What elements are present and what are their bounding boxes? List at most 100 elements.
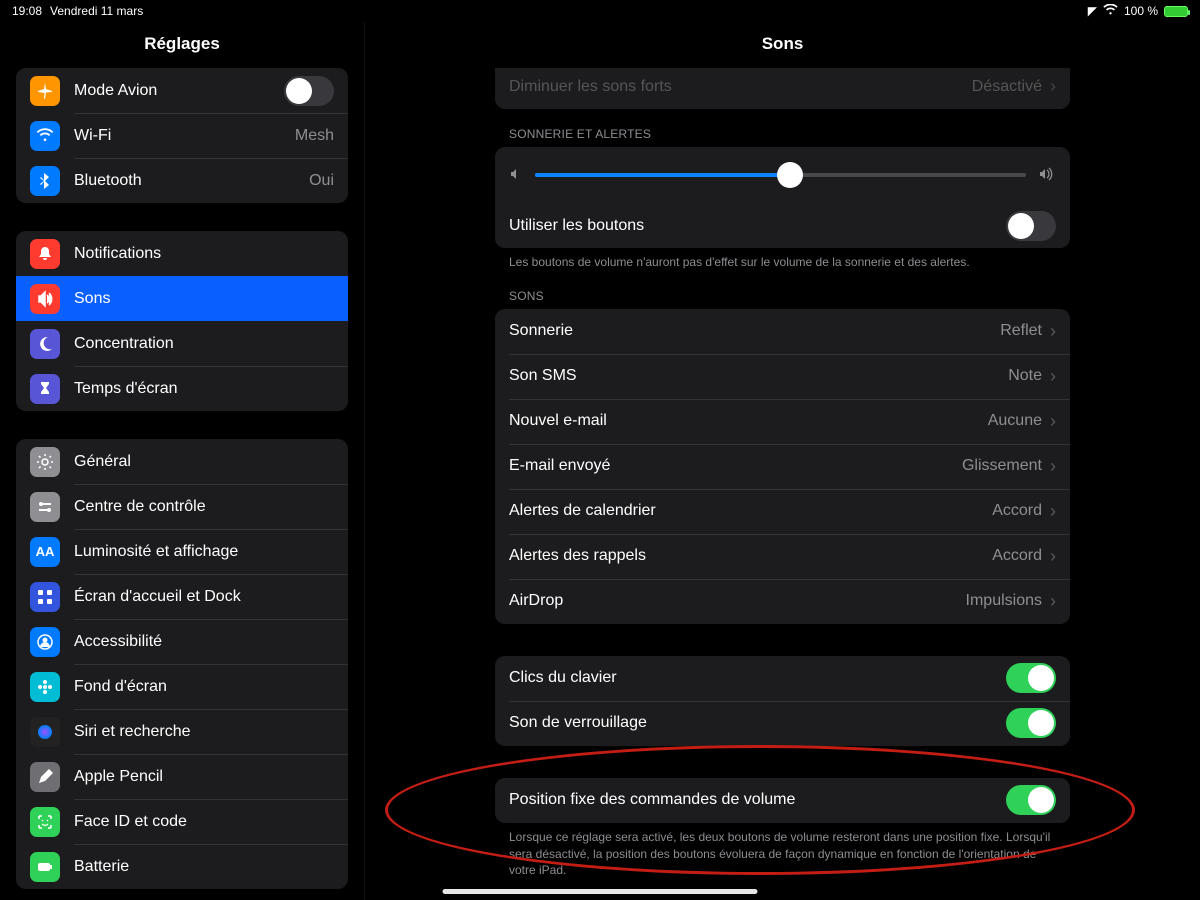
siri-icon: [30, 717, 60, 747]
bell-icon: [30, 239, 60, 269]
status-time: 19:08: [12, 4, 42, 18]
reduce-loud-value: Désactivé: [972, 78, 1042, 96]
sound-row-value: Impulsions: [966, 592, 1042, 610]
ringer-volume-slider[interactable]: [535, 173, 1026, 177]
home-indicator[interactable]: [443, 889, 758, 894]
status-date: Vendredi 11 mars: [50, 4, 143, 18]
pencil-icon: [30, 762, 60, 792]
sidebar-item-label: Concentration: [74, 335, 334, 353]
speaker-icon: [30, 284, 60, 314]
sidebar-item-label: Siri et recherche: [74, 723, 334, 741]
faceid-icon: [30, 807, 60, 837]
content-title: Sons: [365, 22, 1200, 68]
row-use-buttons[interactable]: Utiliser les boutons: [495, 203, 1070, 248]
section-ringer-alerts: SONNERIE ET ALERTES: [509, 127, 1070, 141]
use-buttons-label: Utiliser les boutons: [509, 217, 1006, 235]
section-sounds: SONS: [509, 289, 1070, 303]
sidebar-item-face-id-et-code[interactable]: Face ID et code: [16, 799, 348, 844]
sidebar-item-label: Batterie: [74, 858, 334, 876]
sidebar-item-label: Mode Avion: [74, 82, 284, 100]
sidebar-item-label: Apple Pencil: [74, 768, 334, 786]
row-keyboard-clicks[interactable]: Clics du clavier: [495, 656, 1070, 701]
row-sound-airdrop[interactable]: AirDropImpulsions ›: [495, 579, 1070, 624]
row-sound-alertes-des-rappels[interactable]: Alertes des rappelsAccord ›: [495, 534, 1070, 579]
sidebar-item-siri-et-recherche[interactable]: Siri et recherche: [16, 709, 348, 754]
sound-row-label: Sonnerie: [509, 322, 1000, 340]
sidebar-item-wi-fi[interactable]: Wi-FiMesh: [16, 113, 348, 158]
ringer-volume-slider-row: [495, 147, 1070, 203]
sound-row-value: Note: [1008, 367, 1042, 385]
sidebar-item-sons[interactable]: Sons: [16, 276, 348, 321]
row-sound-alertes-de-calendrier[interactable]: Alertes de calendrierAccord›: [495, 489, 1070, 534]
grid-icon: [30, 582, 60, 612]
sidebar-item-fond-d-cran[interactable]: Fond d'écran: [16, 664, 348, 709]
sidebar-item-label: Centre de contrôle: [74, 498, 334, 516]
gear-icon: [30, 447, 60, 477]
sound-row-label: AirDrop: [509, 592, 966, 610]
row-lock-sound[interactable]: Son de verrouillage: [495, 701, 1070, 746]
sound-row-value: Glissement: [962, 457, 1042, 475]
sound-row-label: Nouvel e-mail: [509, 412, 988, 430]
sidebar-item-label: Fond d'écran: [74, 678, 334, 696]
sidebar-item--cran-d-accueil-et-dock[interactable]: Écran d'accueil et Dock: [16, 574, 348, 619]
switches-icon: [30, 492, 60, 522]
keyboard-clicks-toggle[interactable]: [1006, 663, 1056, 693]
sound-row-value: Accord: [992, 502, 1042, 520]
status-bar: 19:08 Vendredi 11 mars ◤ 100 %: [0, 0, 1200, 22]
sidebar-item-concentration[interactable]: Concentration: [16, 321, 348, 366]
battery-percent: 100 %: [1124, 4, 1158, 18]
sidebar-item-accessibilit-[interactable]: Accessibilité: [16, 619, 348, 664]
use-buttons-footer: Les boutons de volume n'auront pas d'eff…: [509, 254, 1056, 271]
sound-row-label: Alertes des rappels: [509, 547, 992, 565]
sidebar-item-value: Mesh: [295, 127, 334, 145]
sidebar-title: Réglages: [0, 22, 364, 68]
airplane-icon: [30, 76, 60, 106]
sidebar-item-centre-de-contr-le[interactable]: Centre de contrôle: [16, 484, 348, 529]
row-sound-son-sms[interactable]: Son SMSNote›: [495, 354, 1070, 399]
chevron-right-icon: ›: [1050, 76, 1056, 97]
sidebar: Réglages Mode Avion Wi-FiMesh Bluetooth Oui…: [0, 22, 365, 900]
keyboard-clicks-label: Clics du clavier: [509, 669, 1006, 687]
sidebar-item-temps-d-cran[interactable]: Temps d'écran: [16, 366, 348, 411]
chevron-right-icon: ›: [1050, 366, 1056, 387]
fixed-volume-label: Position fixe des commandes de volume: [509, 791, 1006, 809]
sidebar-item-label: Luminosité et affichage: [74, 543, 334, 561]
lock-sound-toggle[interactable]: [1006, 708, 1056, 738]
sidebar-item-luminosit-et-affichage[interactable]: AA Luminosité et affichage: [16, 529, 348, 574]
row-sound-sonnerie[interactable]: SonnerieReflet›: [495, 309, 1070, 354]
chevron-right-icon: ›: [1050, 456, 1056, 477]
moon-icon: [30, 329, 60, 359]
row-reduce-loud-sounds[interactable]: Diminuer les sons forts Désactivé ›: [495, 68, 1070, 109]
sidebar-item-g-n-ral[interactable]: Général: [16, 439, 348, 484]
row-sound-nouvel-e-mail[interactable]: Nouvel e-mailAucune›: [495, 399, 1070, 444]
sidebar-item-label: Face ID et code: [74, 813, 334, 831]
sidebar-item-toggle[interactable]: [284, 76, 334, 106]
sidebar-item-bluetooth[interactable]: Bluetooth Oui: [16, 158, 348, 203]
use-buttons-toggle[interactable]: [1006, 211, 1056, 241]
aa-icon: AA: [30, 537, 60, 567]
chevron-right-icon: ›: [1050, 591, 1056, 612]
sidebar-item-label: Sons: [74, 290, 334, 308]
row-sound-e-mail-envoy-[interactable]: E-mail envoyéGlissement›: [495, 444, 1070, 489]
sound-row-value: Accord: [992, 547, 1042, 565]
wifi-icon: [30, 121, 60, 151]
fixed-volume-footer: Lorsque ce réglage sera activé, les deux…: [509, 829, 1056, 879]
location-icon: ◤: [1088, 4, 1097, 18]
sidebar-item-label: Général: [74, 453, 334, 471]
row-fixed-volume-position[interactable]: Position fixe des commandes de volume: [495, 778, 1070, 823]
sidebar-item-mode-avion[interactable]: Mode Avion: [16, 68, 348, 113]
content-pane: Sons Diminuer les sons forts Désactivé ›…: [365, 22, 1200, 900]
sidebar-item-batterie[interactable]: Batterie: [16, 844, 348, 889]
sidebar-item-label: Notifications: [74, 245, 334, 263]
sidebar-item-label: Bluetooth: [74, 172, 301, 190]
fixed-volume-toggle[interactable]: [1006, 785, 1056, 815]
sidebar-item-apple-pencil[interactable]: Apple Pencil: [16, 754, 348, 799]
chevron-right-icon: ›: [1050, 546, 1056, 567]
lock-sound-label: Son de verrouillage: [509, 714, 1006, 732]
sidebar-item-value: Oui: [309, 172, 334, 190]
wifi-icon: [1103, 4, 1118, 18]
chevron-right-icon: ›: [1050, 321, 1056, 342]
chevron-right-icon: ›: [1050, 411, 1056, 432]
sound-row-label: Alertes de calendrier: [509, 502, 992, 520]
sidebar-item-notifications[interactable]: Notifications: [16, 231, 348, 276]
